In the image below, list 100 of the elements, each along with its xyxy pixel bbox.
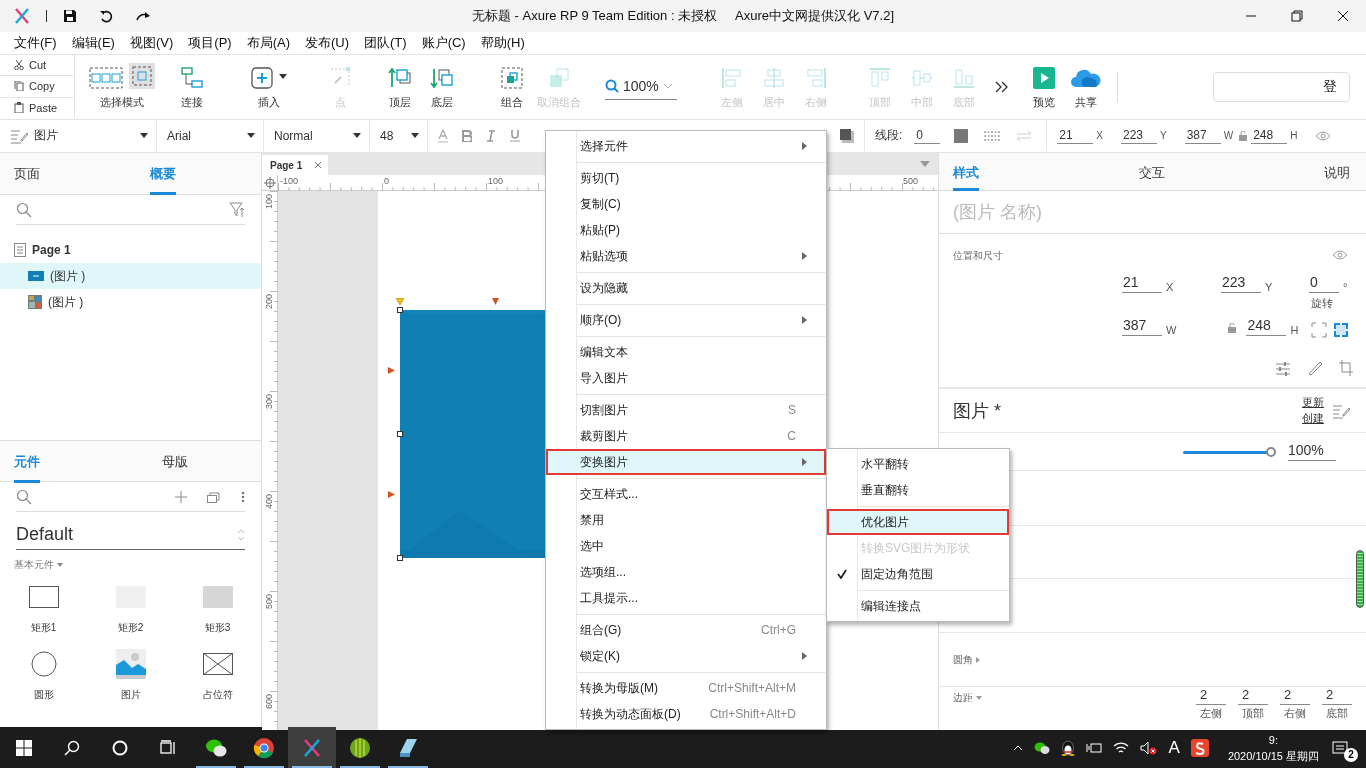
- toolbar-button[interactable]: 共享: [1064, 58, 1107, 115]
- line-color-icon[interactable]: [954, 128, 969, 143]
- menu-item[interactable]: 复制(C): [546, 191, 826, 217]
- layers-down-icon[interactable]: [430, 67, 454, 89]
- widget-item[interactable]: 矩形3: [174, 582, 261, 635]
- underline-icon[interactable]: [510, 129, 520, 142]
- close-icon[interactable]: [314, 161, 322, 169]
- handle-marker-icon[interactable]: [396, 298, 404, 305]
- coordinate-field[interactable]: 387: [1184, 127, 1221, 144]
- menu-item[interactable]: 交互样式...: [546, 481, 826, 507]
- dashed-boxes-icon[interactable]: [89, 67, 123, 89]
- menu-item[interactable]: 编辑(E): [64, 34, 122, 52]
- tree-item[interactable]: (图片 ): [0, 289, 261, 315]
- rotation-field[interactable]: 0: [1309, 274, 1339, 293]
- menu-item[interactable]: 裁剪图片 C: [546, 423, 826, 449]
- undo-icon[interactable]: [99, 9, 113, 23]
- menu-item[interactable]: 账户(C): [414, 34, 473, 52]
- penguin-icon[interactable]: [1060, 739, 1075, 756]
- dropdown-triangle-icon[interactable]: [920, 161, 930, 167]
- panel-tab[interactable]: 样式: [953, 153, 979, 191]
- browser-icon[interactable]: [253, 736, 275, 759]
- padding-field[interactable]: 2: [1322, 687, 1352, 705]
- menu-item[interactable]: 工具提示...: [546, 585, 826, 611]
- menu-item[interactable]: 项目(P): [181, 34, 239, 52]
- padding-field[interactable]: 2: [1238, 687, 1268, 705]
- crop-icon[interactable]: [1339, 360, 1353, 376]
- login-button[interactable]: 登: [1213, 71, 1350, 102]
- glass-panel-icon[interactable]: [397, 736, 419, 759]
- ime-logo-icon[interactable]: [1190, 738, 1209, 757]
- panel-tab[interactable]: 元件: [14, 441, 40, 483]
- panel-tab[interactable]: 说明: [1324, 153, 1350, 191]
- app-logo-icon[interactable]: [303, 737, 321, 758]
- italic-icon[interactable]: [486, 129, 496, 142]
- menu-item[interactable]: 水平翻转: [827, 451, 1009, 477]
- chat-bubbles-icon[interactable]: [1033, 740, 1050, 755]
- duplicate-icon[interactable]: [207, 490, 221, 503]
- striped-circle-icon[interactable]: [349, 736, 371, 759]
- fit-grid-icon[interactable]: [1333, 322, 1349, 338]
- filter-icon[interactable]: [229, 201, 245, 218]
- menu-item[interactable]: 变换图片: [546, 449, 826, 475]
- redo-icon[interactable]: [135, 10, 151, 22]
- padding-field[interactable]: 2: [1280, 687, 1310, 705]
- toolbar-button[interactable]: 顶层: [379, 58, 421, 115]
- double-chevron-icon[interactable]: [994, 80, 1009, 93]
- panel-tab[interactable]: 母版: [162, 441, 188, 483]
- zoom-dropdown[interactable]: 100%: [605, 73, 677, 100]
- menu-item[interactable]: 粘贴选项: [546, 243, 826, 269]
- dashed-line-icon[interactable]: [984, 129, 1001, 142]
- menu-item[interactable]: 布局(A): [239, 34, 297, 52]
- height-field[interactable]: 248: [1246, 317, 1287, 336]
- tree-item[interactable]: Page 1: [0, 237, 261, 263]
- handle-marker-icon[interactable]: [388, 367, 395, 374]
- section-label[interactable]: 基本元件: [14, 558, 54, 572]
- plus-box-icon[interactable]: [251, 67, 273, 89]
- menu-item[interactable]: 顺序(O): [546, 307, 826, 333]
- menu-item[interactable]: 锁定(K): [546, 643, 826, 669]
- toolbar-button[interactable]: 连接: [171, 58, 213, 115]
- padding-field[interactable]: 2: [1196, 687, 1226, 705]
- lock-icon[interactable]: [1239, 130, 1248, 141]
- app-logo-icon[interactable]: [14, 7, 30, 25]
- expand-caret-icon[interactable]: [976, 656, 980, 663]
- group-icon[interactable]: [501, 67, 523, 89]
- width-field[interactable]: 387: [1122, 317, 1162, 336]
- toolbar-button[interactable]: 选择模式: [85, 58, 159, 115]
- toolbar-button[interactable]: 预览: [1022, 58, 1065, 115]
- bold-icon[interactable]: [462, 129, 472, 142]
- panel-tab[interactable]: 交互: [1138, 153, 1165, 191]
- search-icon[interactable]: [16, 201, 32, 218]
- menu-item[interactable]: 选择元件: [546, 133, 826, 159]
- library-dropdown[interactable]: Default: [16, 520, 245, 550]
- widget-item[interactable]: 图片: [87, 649, 174, 702]
- page-tab[interactable]: Page 1: [262, 155, 328, 175]
- panel-tab[interactable]: 页面: [14, 153, 40, 195]
- speaker-muted-icon[interactable]: [1139, 740, 1158, 755]
- menu-item[interactable]: 转换为母版(M) Ctrl+Shift+Alt+M: [546, 675, 826, 701]
- menu-item[interactable]: 导入图片: [546, 365, 826, 391]
- menu-item[interactable]: 选中: [546, 533, 826, 559]
- coordinate-field[interactable]: 223: [1121, 127, 1157, 144]
- menu-item[interactable]: 编辑连接点: [827, 593, 1009, 619]
- widget-item[interactable]: 占位符: [174, 649, 261, 702]
- font-color-icon[interactable]: [438, 128, 448, 143]
- menu-item[interactable]: 团队(T): [357, 34, 414, 52]
- section-toggle[interactable]: 边距: [953, 691, 973, 705]
- menu-item[interactable]: 发布(U): [298, 34, 357, 52]
- layers-up-icon[interactable]: [388, 67, 412, 89]
- handle-marker-icon[interactable]: [388, 491, 395, 498]
- resize-handle[interactable]: [397, 431, 403, 437]
- menu-item[interactable]: 视图(V): [122, 34, 181, 52]
- connector-icon[interactable]: [181, 67, 203, 89]
- resize-handle[interactable]: [397, 555, 403, 561]
- eye-icon[interactable]: [1332, 250, 1348, 260]
- update-link[interactable]: 更新: [1302, 395, 1324, 410]
- caret-icon[interactable]: [279, 73, 287, 79]
- play-icon[interactable]: [1032, 67, 1055, 89]
- resize-handle[interactable]: [397, 307, 403, 313]
- save-icon[interactable]: [63, 9, 77, 23]
- menu-item[interactable]: 组合(G) Ctrl+G: [546, 617, 826, 643]
- eye-icon[interactable]: [1315, 130, 1332, 141]
- toolbar-button[interactable]: 插入: [247, 58, 291, 115]
- shadow-icon[interactable]: [840, 128, 854, 143]
